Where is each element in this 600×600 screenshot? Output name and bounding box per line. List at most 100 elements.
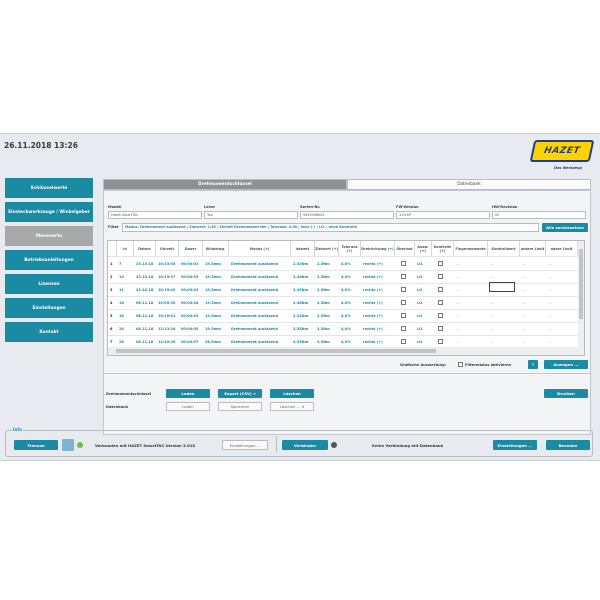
tab-label: Datenbank [457, 182, 481, 187]
sidebar-item-betriebsanleitungen[interactable]: Betriebsanleitungen [5, 250, 93, 270]
ueberlast-checkbox[interactable] [401, 339, 406, 344]
kontrolle-checkbox[interactable] [438, 339, 443, 344]
col-header: Ausw. (+) [415, 241, 432, 256]
tab-drehmomentschluessel[interactable]: Drehmomentschlüssel [103, 179, 347, 190]
table-cell: rechts (+) [363, 274, 383, 279]
sidebar-item-einstellungen[interactable]: Einstellungen [5, 298, 93, 318]
sidebar-item-einsteckwerkzeuge[interactable]: Einsteckwerkzeuge / Winkelgeber [5, 202, 93, 222]
kontrolle-checkbox[interactable] [438, 313, 443, 318]
settings-button[interactable]: Einstellungen ... [222, 440, 268, 450]
ueberlast-checkbox[interactable] [401, 287, 406, 292]
table-cell: 19,5mm [205, 274, 221, 279]
ueberlast-checkbox[interactable] [401, 300, 406, 305]
scroll-thumb[interactable] [116, 349, 436, 353]
table-cell: --- [522, 326, 526, 331]
ueberlast-checkbox[interactable] [401, 274, 406, 279]
table-cell: Drehmoment auslösend [231, 313, 278, 318]
sidebar-item-label: Kontakt [39, 329, 59, 335]
verbinden-button[interactable]: Verbinden [282, 440, 328, 450]
table-cell: 19,5mm [205, 313, 221, 318]
table-cell: Drehmoment auslösend [231, 300, 278, 305]
table-cell: 06.11.18 [136, 300, 154, 305]
table-cell: --- [490, 261, 494, 266]
reset-filter-button[interactable]: Alle zurücksetzen [542, 223, 588, 232]
ueberlast-checkbox[interactable] [401, 326, 406, 331]
table-cell: --- [548, 274, 552, 279]
table-cell: 16 [119, 300, 124, 305]
vertical-scrollbar[interactable] [578, 241, 584, 349]
filtermode-checkbox[interactable] [458, 362, 463, 367]
sidebar-item-label: Einstellungen [32, 305, 66, 311]
laden-button[interactable]: Laden [166, 389, 210, 398]
table-cell: 19,5mm [205, 261, 221, 266]
kontrolle-checkbox[interactable] [438, 300, 443, 305]
table-cell: 2,44Nm [293, 274, 309, 279]
table-cell: --- [548, 287, 552, 292]
tab-datenbank[interactable]: Datenbank [347, 179, 591, 190]
table-cell: 4,0% [341, 261, 351, 266]
table-cell: 19,5mm [205, 287, 221, 292]
sidebar-item-kontakt[interactable]: Kontakt [5, 322, 93, 342]
connection-status: Verbunden mit HAZET SmartTAC Version 3.0… [95, 443, 196, 448]
fw-label: FW-Version [396, 205, 419, 209]
col-header: Datum [134, 241, 156, 256]
db-action-label: Datenbank [106, 405, 129, 409]
kontrolle-checkbox[interactable] [438, 326, 443, 331]
sidebar-item-label: Schlüsselwerte [30, 185, 68, 191]
drucken-button[interactable]: Drucken [544, 389, 588, 398]
loeschen-dd-label: Löschen ... [279, 404, 301, 409]
chevron-down-icon: ▾ [253, 391, 256, 396]
col-header: Modus (+) [229, 241, 291, 256]
table-cell: LO. [417, 274, 424, 279]
table-cell: 00:00:05 [181, 326, 199, 331]
help-button[interactable]: ? [528, 360, 538, 369]
beenden-button[interactable]: Beenden [546, 440, 590, 450]
table-cell: LO. [417, 300, 424, 305]
chevron-down-icon: ▾ [302, 404, 305, 409]
scroll-thumb[interactable] [579, 249, 583, 319]
table-cell: 2,5Nm [317, 326, 330, 331]
table-cell: Drehmoment auslösend [231, 274, 278, 279]
level-field: Top [204, 211, 298, 219]
db-laden-button[interactable]: Laden [166, 402, 210, 411]
kontrolle-checkbox[interactable] [438, 287, 443, 292]
dm-action-label: Drehmomentschlüssel [106, 392, 151, 396]
table-cell: 10:10:01 [158, 313, 176, 318]
kontrolle-checkbox[interactable] [438, 274, 443, 279]
show-graph-button[interactable]: Anzeigen ... [544, 360, 588, 369]
table-cell: 23.10.18 [136, 274, 154, 279]
table-cell: 10:15:37 [158, 274, 176, 279]
db-settings-button[interactable]: Einstellungen ... [493, 440, 537, 450]
table-cell: 4,0% [341, 313, 351, 318]
sidebar-item-label: Einsteckwerkzeuge / Winkelgeber [8, 209, 90, 215]
col-header: Kontrolle (+) [432, 241, 454, 256]
table-cell: --- [522, 274, 526, 279]
table-cell: Drehmoment auslösend [231, 326, 278, 331]
sidebar-item-lizenzen[interactable]: Lizenzen [5, 274, 93, 294]
selected-cell[interactable] [489, 282, 515, 292]
sidebar-item-schluesselwerte[interactable]: Schlüsselwerte [5, 178, 93, 198]
kontrolle-checkbox[interactable] [438, 261, 443, 266]
horizontal-scrollbar[interactable] [108, 347, 584, 355]
export-csv-button[interactable]: Export (CSV) ▾ [218, 389, 262, 398]
db-loeschen-dropdown[interactable]: Löschen ... ▾ [270, 402, 314, 411]
ueberlast-checkbox[interactable] [401, 313, 406, 318]
table-cell: LO. [417, 261, 424, 266]
table-cell: 2,5Nm [317, 261, 330, 266]
table-cell: --- [522, 261, 526, 266]
ueberlast-checkbox[interactable] [401, 261, 406, 266]
col-header: Überlast [395, 241, 415, 256]
table-cell: rechts (+) [363, 326, 383, 331]
table-cell: Drehmoment auslösend [231, 287, 278, 292]
trennen-button[interactable]: Trennen [14, 440, 58, 450]
table-cell: --- [456, 287, 460, 292]
table-cell: 00:00:03 [181, 261, 199, 266]
divider [276, 436, 277, 453]
table-cell: 2,5Nm [317, 300, 330, 305]
table-cell: 00:00:03 [181, 287, 199, 292]
speichern-button[interactable]: Speichern [218, 402, 262, 411]
sidebar-item-messwerte[interactable]: Messwerte [5, 226, 93, 246]
loeschen-button[interactable]: Löschen [270, 389, 314, 398]
logo-text: HAZET [543, 146, 581, 156]
table-cell: --- [522, 287, 526, 292]
